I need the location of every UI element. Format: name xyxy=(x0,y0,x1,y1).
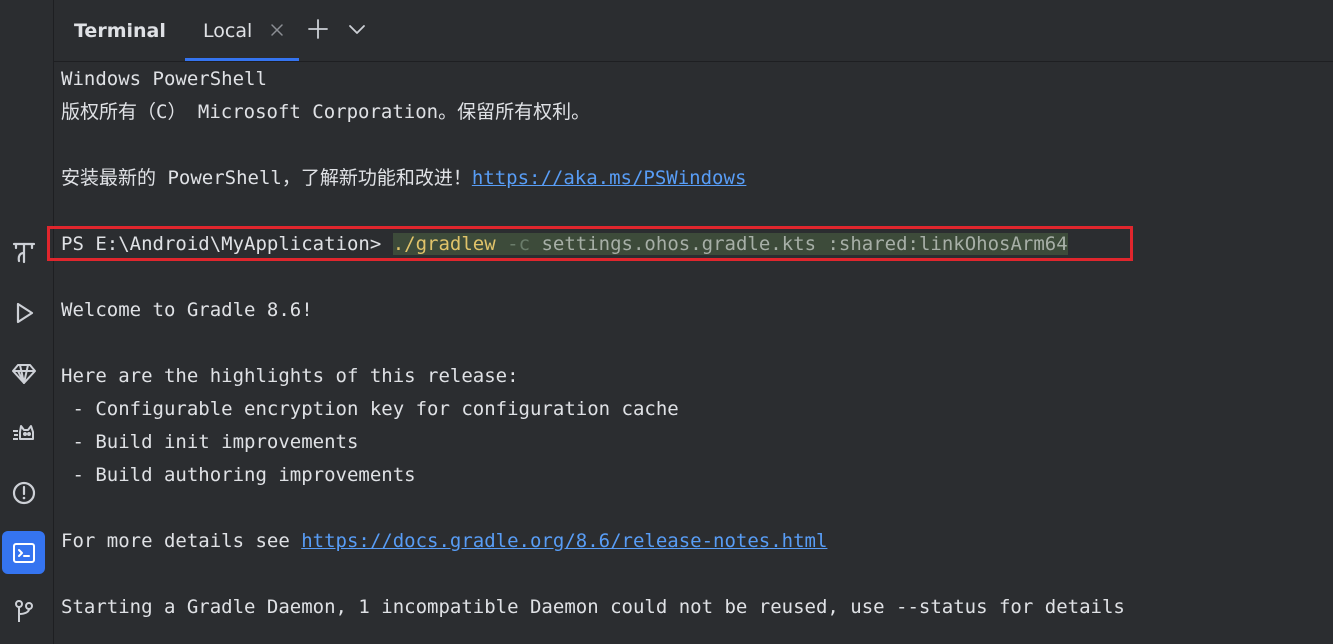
tool-window-title: Terminal xyxy=(74,20,166,42)
terminal-line: Here are the highlights of this release: xyxy=(61,365,519,387)
terminal-line: - Configurable encryption key for config… xyxy=(61,398,679,420)
tab-label: Local xyxy=(203,20,253,42)
gem-icon[interactable] xyxy=(3,352,45,394)
terminal-output[interactable]: Windows PowerShell 版权所有（C） Microsoft Cor… xyxy=(47,62,1333,644)
powershell-link[interactable]: https://aka.ms/PSWindows xyxy=(472,167,747,189)
terminal-line: 版权所有（C） Microsoft Corporation。保留所有权利。 xyxy=(61,101,591,123)
terminal-line: Welcome to Gradle 8.6! xyxy=(61,299,313,321)
command-annotation-box xyxy=(47,226,1133,261)
terminal-line: - Build init improvements xyxy=(61,431,359,453)
tab-options-button[interactable] xyxy=(344,18,370,44)
tab-local[interactable]: Local xyxy=(185,0,299,61)
problems-icon[interactable] xyxy=(3,472,45,514)
cat-icon[interactable] xyxy=(3,412,45,454)
install-message: 安装最新的 PowerShell，了解新功能和改进！ xyxy=(61,167,472,189)
chevron-down-icon xyxy=(347,19,367,43)
plus-icon xyxy=(307,18,329,44)
terminal-icon[interactable] xyxy=(2,531,45,574)
close-icon[interactable] xyxy=(269,22,285,38)
terminal-line: - Build authoring improvements xyxy=(61,464,416,486)
terminal-line: 安装最新的 PowerShell，了解新功能和改进！https://aka.ms… xyxy=(61,165,746,191)
terminal-tab-bar: Terminal Local xyxy=(54,0,1333,62)
git-icon[interactable] xyxy=(3,590,45,632)
active-tab-indicator xyxy=(185,58,299,61)
run-icon[interactable] xyxy=(3,292,45,334)
terminal-line: Windows PowerShell xyxy=(61,68,267,90)
tool-window-sidebar xyxy=(0,0,54,644)
text-tool-icon[interactable] xyxy=(3,232,45,274)
new-tab-button[interactable] xyxy=(305,18,331,44)
terminal-line: Starting a Gradle Daemon, 1 incompatible… xyxy=(61,596,1125,618)
terminal-tool-window: Terminal Local Windows PowerShell 版权所有（C… xyxy=(47,0,1333,644)
terminal-line: For more details see https://docs.gradle… xyxy=(61,528,827,554)
details-text: For more details see xyxy=(61,530,302,552)
release-notes-link[interactable]: https://docs.gradle.org/8.6/release-note… xyxy=(301,530,827,552)
